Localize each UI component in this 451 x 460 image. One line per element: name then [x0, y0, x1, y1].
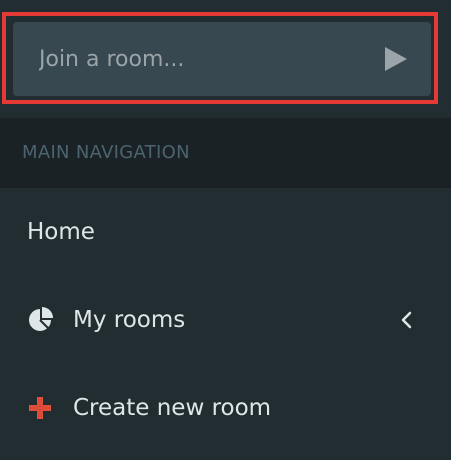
plus-icon	[26, 394, 54, 422]
nav-item-label: Home	[27, 219, 95, 245]
nav-item-label: Create new room	[73, 395, 272, 421]
nav-item-my-rooms[interactable]: My rooms	[0, 276, 451, 364]
nav-item-home[interactable]: Home	[0, 188, 451, 276]
nav-item-create-room[interactable]: Create new room	[0, 364, 451, 452]
sidebar-search-area	[0, 0, 451, 118]
nav-item-label: My rooms	[73, 307, 186, 333]
pie-chart-icon	[26, 306, 54, 334]
highlight-outline	[2, 12, 438, 104]
chevron-left-icon	[399, 310, 415, 330]
main-navigation-list: Home My rooms Create new room	[0, 188, 451, 452]
main-navigation-header: MAIN NAVIGATION	[0, 118, 451, 188]
